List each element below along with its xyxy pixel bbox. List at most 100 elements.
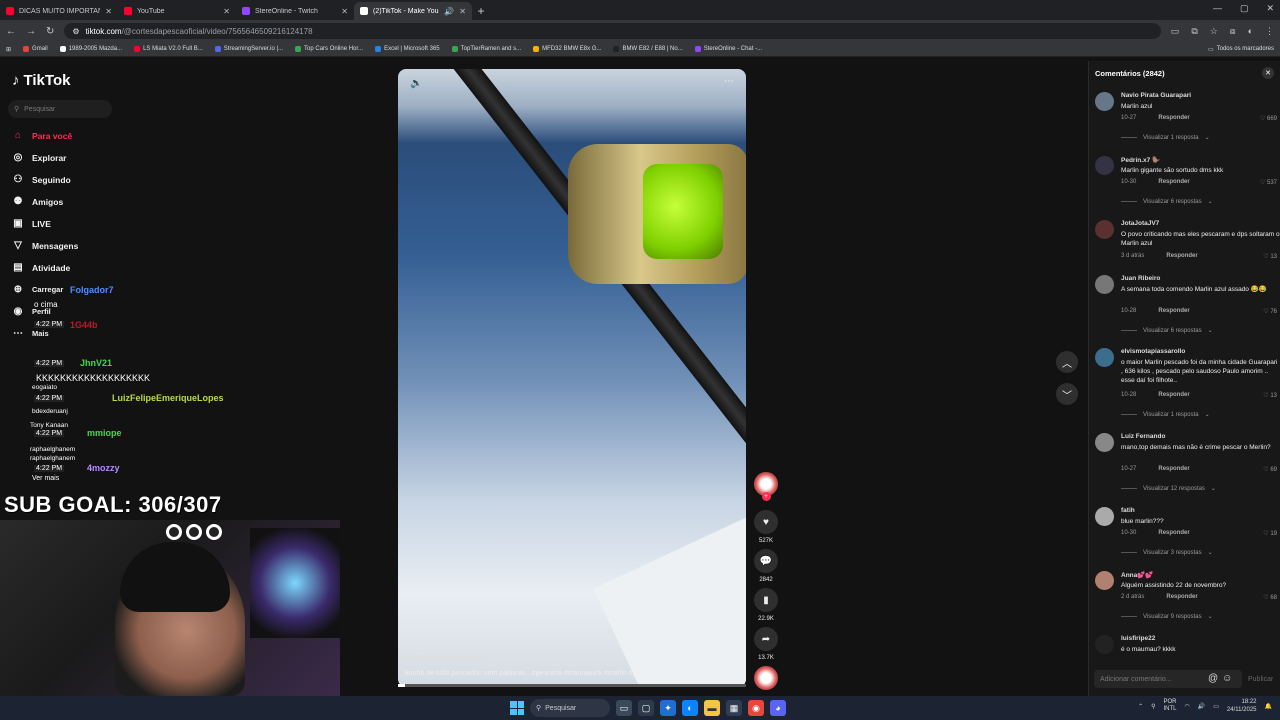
comment-like-button[interactable]: ♡ 13	[1263, 392, 1277, 399]
browser-tab[interactable]: YouTube ✕	[118, 2, 236, 20]
copilot-icon[interactable]: ✦	[660, 700, 676, 716]
share-button[interactable]: ➦ 13.7K	[752, 627, 780, 661]
bookmark-item[interactable]: MFD32 BMW E8x G...	[533, 46, 601, 52]
comment-username[interactable]: Anna💕💕	[1121, 571, 1153, 579]
site-info-icon[interactable]: ⚙	[72, 27, 79, 36]
nav-para-voce[interactable]: ⌂ Para você	[12, 130, 72, 141]
comment-like-button[interactable]: ♡ 76	[1263, 308, 1277, 315]
edge-icon[interactable]: ◐	[682, 700, 698, 716]
video-player[interactable]	[398, 69, 746, 687]
previous-video-button[interactable]: ︿	[1056, 351, 1078, 373]
comment-like-button[interactable]: ♡ 669	[1260, 115, 1277, 122]
save-button[interactable]: ▮ 22.9K	[752, 588, 780, 622]
bookmark-item[interactable]: TopTierRamen and s...	[451, 46, 521, 52]
post-comment-button[interactable]: Publicar	[1248, 676, 1273, 683]
nav-mais[interactable]: ⋯ Mais	[12, 328, 49, 339]
speaker-icon[interactable]: 🔊	[444, 7, 454, 16]
notifications-icon[interactable]: 🔔	[1265, 703, 1272, 710]
forward-icon[interactable]: →	[26, 26, 36, 37]
bookmark-star-icon[interactable]: ☆	[1210, 26, 1218, 37]
music-avatar-button[interactable]	[752, 666, 780, 690]
nav-live[interactable]: ▣ LIVE	[12, 218, 51, 229]
url-input[interactable]: ⚙ tiktok.com/@cortesdapescaoficial/video…	[64, 23, 1161, 39]
nav-amigos[interactable]: ⚉ Amigos	[12, 196, 64, 207]
menu-icon[interactable]: ⋮	[1265, 26, 1274, 37]
cast-icon[interactable]: ▭	[1171, 26, 1180, 37]
creator-avatar-button[interactable]: +	[752, 472, 780, 501]
follow-plus-icon[interactable]: +	[761, 492, 771, 501]
avatar[interactable]	[1095, 635, 1114, 654]
system-clock[interactable]: 18:22 24/11/2025	[1227, 698, 1257, 714]
taskbar-search[interactable]: ⚲ Pesquisar	[530, 699, 610, 717]
reload-icon[interactable]: ↻	[46, 26, 54, 37]
comment-like-button[interactable]: ♡ 13	[1263, 253, 1277, 260]
bookmark-item[interactable]: StereOnline - Chat -...	[694, 46, 762, 52]
comment-like-button[interactable]: ♡ 68	[1263, 594, 1277, 601]
comment-username[interactable]: luisfiripe22	[1121, 635, 1155, 642]
view-replies-button[interactable]: Visualizar 9 respostas ⌄	[1121, 613, 1213, 620]
close-tab-icon[interactable]: ✕	[223, 7, 230, 16]
avatar[interactable]	[1095, 348, 1114, 367]
avatar[interactable]	[1095, 275, 1114, 294]
bookmark-item[interactable]: LS Miata V2.0 Full B...	[134, 46, 203, 52]
next-video-button[interactable]: ﹀	[1056, 383, 1078, 405]
comment-username[interactable]: Luiz Fernando	[1121, 433, 1165, 440]
avatar[interactable]	[1095, 220, 1114, 239]
close-comments-button[interactable]: ✕	[1262, 67, 1274, 79]
new-tab-button[interactable]: +	[472, 2, 490, 20]
emoji-icon[interactable]: ☺	[1222, 673, 1232, 684]
chrome-icon[interactable]: ◉	[748, 700, 764, 716]
reply-button[interactable]: Responder	[1166, 594, 1197, 600]
comment-like-button[interactable]: ♡ 19	[1263, 530, 1277, 537]
avatar[interactable]	[1095, 92, 1114, 111]
wifi-icon[interactable]: ◠	[1185, 703, 1190, 710]
bookmark-item[interactable]: StreamingServer.io |...	[214, 46, 283, 52]
view-replies-button[interactable]: Visualizar 6 respostas ⌄	[1121, 327, 1213, 334]
nav-mensagens[interactable]: ▽ Mensagens	[12, 240, 78, 251]
browser-tab[interactable]: StereOnline - Twitch ✕	[236, 2, 354, 20]
bookmark-item[interactable]: BMW E82 / E88 | No...	[613, 46, 683, 52]
avatar[interactable]	[1095, 156, 1114, 175]
reply-button[interactable]: Responder	[1158, 530, 1189, 536]
like-button[interactable]: ♥ 527K	[752, 510, 780, 544]
avatar[interactable]	[1095, 433, 1114, 452]
nav-seguindo[interactable]: ⚇ Seguindo	[12, 174, 71, 185]
translate-icon[interactable]: ⧉	[1191, 26, 1197, 37]
reply-button[interactable]: Responder	[1158, 392, 1189, 398]
view-replies-button[interactable]: Visualizar 1 resposta ⌄	[1121, 134, 1210, 141]
comment-like-button[interactable]: ♡ 69	[1263, 466, 1277, 473]
comment-username[interactable]: Juan Ribeiro	[1121, 275, 1160, 282]
file-explorer-icon[interactable]: ▬	[704, 700, 720, 716]
close-tab-icon[interactable]: ✕	[459, 7, 466, 16]
windows-start-icon[interactable]	[510, 701, 524, 715]
reply-button[interactable]: Responder	[1158, 466, 1189, 472]
video-progress-bar[interactable]	[398, 684, 746, 687]
view-replies-button[interactable]: Visualizar 6 respostas ⌄	[1121, 198, 1213, 205]
apps-icon[interactable]: ⊞	[6, 46, 11, 53]
comment-username[interactable]: fatih	[1121, 507, 1135, 514]
mention-icon[interactable]: @	[1208, 673, 1218, 684]
tiktok-logo[interactable]: ♪ TikTok	[12, 72, 70, 89]
comment-username[interactable]: elvismotapiassarollo	[1121, 348, 1185, 355]
comment-username[interactable]: JotaJotaJV7	[1121, 220, 1159, 227]
maximize-icon[interactable]: ▢	[1240, 3, 1249, 14]
view-replies-button[interactable]: Visualizar 1 resposta ⌄	[1121, 411, 1210, 418]
tray-overflow-icon[interactable]: ⌃	[1138, 703, 1143, 710]
bookmark-item[interactable]: 1989-2005 Mazda...	[59, 46, 122, 52]
all-bookmarks-folder[interactable]: ▭ Todos os marcadores	[1208, 46, 1274, 53]
nav-carregar[interactable]: ⊕ Carregar	[12, 284, 63, 295]
close-tab-icon[interactable]: ✕	[341, 7, 348, 16]
browser-tab[interactable]: DICAS MUITO IMPORTANTES P ✕	[0, 2, 118, 20]
comment-like-button[interactable]: ♡ 537	[1260, 179, 1277, 186]
comment-username[interactable]: Pedrin.x7 🦫	[1121, 156, 1160, 164]
comment-username[interactable]: Navio Pirata Guarapari	[1121, 92, 1191, 99]
reply-button[interactable]: Responder	[1158, 179, 1189, 185]
reply-button[interactable]: Responder	[1166, 253, 1197, 259]
language-indicator[interactable]: POR INTL	[1164, 699, 1177, 713]
network-icon[interactable]: ⚲	[1151, 703, 1155, 710]
view-replies-button[interactable]: Visualizar 12 respostas ⌄	[1121, 485, 1216, 492]
avatar[interactable]	[1095, 571, 1114, 590]
close-tab-icon[interactable]: ✕	[105, 7, 112, 16]
reply-button[interactable]: Responder	[1158, 308, 1189, 314]
store-icon[interactable]: ▦	[726, 700, 742, 716]
